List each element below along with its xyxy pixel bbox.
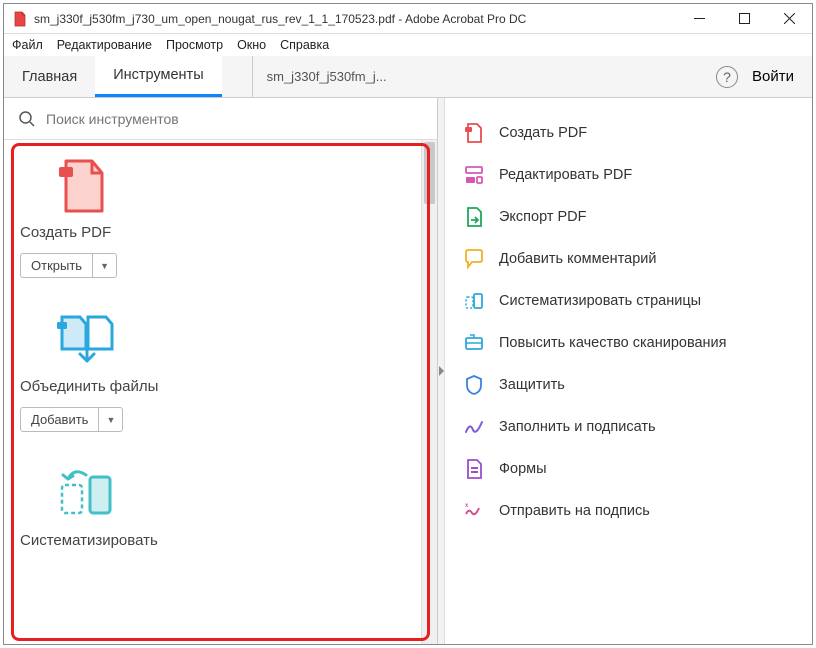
edit-pdf-icon bbox=[463, 164, 485, 186]
send-sign-icon: x bbox=[463, 500, 485, 522]
help-icon[interactable]: ? bbox=[716, 66, 738, 88]
rp-label: Экспорт PDF bbox=[499, 209, 587, 225]
rp-label: Создать PDF bbox=[499, 125, 587, 141]
create-pdf-icon bbox=[463, 122, 485, 144]
rp-enhance-scan[interactable]: Повысить качество сканирования bbox=[445, 322, 812, 364]
sign-icon bbox=[463, 416, 485, 438]
add-split-button[interactable]: Добавить ▼ bbox=[20, 407, 123, 432]
open-button-label: Открыть bbox=[21, 254, 93, 277]
tool-card-combine[interactable]: Объединить файлы Добавить ▼ bbox=[20, 308, 421, 432]
search-icon bbox=[18, 110, 36, 128]
open-split-button[interactable]: Открыть ▼ bbox=[20, 253, 117, 278]
rp-create-pdf[interactable]: Создать PDF bbox=[445, 112, 812, 154]
export-pdf-icon bbox=[463, 206, 485, 228]
tool-card-organize[interactable]: Систематизировать bbox=[20, 462, 421, 549]
rp-label: Повысить качество сканирования bbox=[499, 335, 727, 351]
close-button[interactable] bbox=[767, 4, 812, 33]
tab-home[interactable]: Главная bbox=[4, 56, 95, 97]
chevron-down-icon[interactable]: ▼ bbox=[99, 411, 122, 429]
chevron-down-icon[interactable]: ▼ bbox=[93, 257, 116, 275]
forms-icon bbox=[463, 458, 485, 480]
menubar: Файл Редактирование Просмотр Окно Справк… bbox=[4, 34, 812, 56]
menu-view[interactable]: Просмотр bbox=[166, 38, 223, 52]
rp-label: Заполнить и подписать bbox=[499, 419, 656, 435]
tab-document[interactable]: sm_j330f_j530fm_j... bbox=[252, 56, 401, 97]
pane-divider[interactable] bbox=[438, 98, 445, 644]
app-icon bbox=[12, 11, 28, 27]
enhance-scan-icon bbox=[463, 332, 485, 354]
rp-protect[interactable]: Защитить bbox=[445, 364, 812, 406]
menu-window[interactable]: Окно bbox=[237, 38, 266, 52]
rp-label: Редактировать PDF bbox=[499, 167, 632, 183]
tabstrip: Главная Инструменты sm_j330f_j530fm_j...… bbox=[4, 56, 812, 98]
quick-tools-panel: Создать PDF Редактировать PDF Экспорт PD… bbox=[445, 98, 812, 644]
tool-card-create-pdf[interactable]: Создать PDF Открыть ▼ bbox=[20, 154, 421, 278]
rp-export-pdf[interactable]: Экспорт PDF bbox=[445, 196, 812, 238]
titlebar: sm_j330f_j530fm_j730_um_open_nougat_rus_… bbox=[4, 4, 812, 34]
tool-title: Систематизировать bbox=[20, 532, 421, 549]
scroll-thumb[interactable] bbox=[424, 142, 435, 204]
search-row bbox=[4, 98, 437, 140]
rp-label: Защитить bbox=[499, 377, 565, 393]
rp-comment[interactable]: Добавить комментарий bbox=[445, 238, 812, 280]
menu-edit[interactable]: Редактирование bbox=[57, 38, 152, 52]
search-input[interactable] bbox=[46, 111, 423, 127]
organize-icon bbox=[463, 290, 485, 312]
tool-title: Создать PDF bbox=[20, 224, 421, 241]
rp-organize[interactable]: Систематизировать страницы bbox=[445, 280, 812, 322]
rp-send-sign[interactable]: x Отправить на подпись bbox=[445, 490, 812, 532]
create-pdf-icon bbox=[56, 157, 108, 215]
tab-doc-label: sm_j330f_j530fm_j... bbox=[267, 69, 387, 84]
organize-pages-icon bbox=[56, 469, 116, 519]
tool-title: Объединить файлы bbox=[20, 378, 421, 395]
menu-file[interactable]: Файл bbox=[12, 38, 43, 52]
rp-label: Формы bbox=[499, 461, 547, 477]
tab-home-label: Главная bbox=[22, 69, 77, 85]
rp-forms[interactable]: Формы bbox=[445, 448, 812, 490]
rp-label: Систематизировать страницы bbox=[499, 293, 701, 309]
rp-fill-sign[interactable]: Заполнить и подписать bbox=[445, 406, 812, 448]
tools-pane: Создать PDF Открыть ▼ Объединить файлы bbox=[4, 98, 438, 644]
tab-tools[interactable]: Инструменты bbox=[95, 56, 221, 97]
menu-help[interactable]: Справка bbox=[280, 38, 329, 52]
rp-label: Добавить комментарий bbox=[499, 251, 657, 267]
shield-icon bbox=[463, 374, 485, 396]
rp-edit-pdf[interactable]: Редактировать PDF bbox=[445, 154, 812, 196]
window-title: sm_j330f_j530fm_j730_um_open_nougat_rus_… bbox=[34, 12, 677, 26]
comment-icon bbox=[463, 248, 485, 270]
scrollbar-vertical[interactable] bbox=[421, 140, 437, 644]
rp-label: Отправить на подпись bbox=[499, 503, 650, 519]
login-button[interactable]: Войти bbox=[752, 68, 794, 85]
add-button-label: Добавить bbox=[21, 408, 99, 431]
svg-text:x: x bbox=[465, 503, 469, 509]
minimize-button[interactable] bbox=[677, 4, 722, 33]
tab-tools-label: Инструменты bbox=[113, 67, 203, 83]
combine-files-icon bbox=[56, 313, 118, 367]
maximize-button[interactable] bbox=[722, 4, 767, 33]
